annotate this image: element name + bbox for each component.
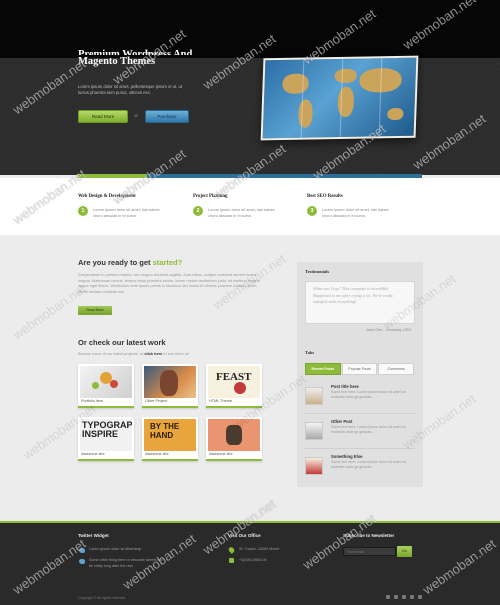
portfolio-thumb[interactable]: BY THE HAND Awesome site [142,417,198,461]
phone-icon [229,558,234,563]
world-map-image [260,55,419,141]
post-divider [305,448,415,449]
portfolio-image: TYPOGRAPHYINSPIRE [80,419,132,451]
feature-text: Lorem ipsum dolor sit amet, ists habes c… [208,207,275,218]
ready-title-accent: started? [152,258,183,267]
portfolio-caption: Awesome site [81,452,105,456]
portfolio-caption: HTML Theme [209,399,232,403]
sidebar-post[interactable]: Post title here Some text here. Lorem ip… [305,384,415,412]
office-phone: +1(000)-0000-00 [239,558,267,562]
tweet-text-continued: be really long after the rest [89,564,133,568]
portfolio-caption: Awesome site [145,452,169,456]
newsletter-submit-button[interactable]: Go [397,546,412,557]
office-address: St. Tropez, 16300 Monte [239,547,280,551]
portfolio-caption: Other Project [145,399,168,403]
tab-comments[interactable]: Comments [378,363,415,375]
feature-text: Lorem ipsum dolor sit amet, ists habes c… [322,207,389,218]
tweet-text: Lorem ipsum dolor sit #themesp [89,547,142,551]
portfolio-caption: Portfolio item [81,399,104,403]
sidebar-tabs: Recent Posts Popular Posts Comments [305,363,415,375]
purchase-button[interactable]: Purchase [145,110,189,123]
post-excerpt: Some text here. Lorem ipsum dolor sit am… [331,425,406,434]
portfolio-thumb[interactable]: Portfolio item [78,364,134,408]
post-excerpt: Some text here. Lorem ipsum dolor sit am… [331,460,406,469]
post-title[interactable]: Post title here [331,384,359,389]
flickr-icon[interactable] [410,595,414,599]
ready-title-main: Are you ready to get [78,258,153,267]
ready-read-more-button[interactable]: Read More [78,306,112,315]
hero-description: Lorem ipsum dolor sit amet, pellentesque… [78,84,183,95]
post-excerpt: Some text here. Lorem ipsum dolor sit am… [331,390,406,399]
ready-title: Are you ready to get started? [78,258,182,267]
portfolio-image: FEAST [208,366,260,398]
portfolio-thumb[interactable]: FEAST HTML Theme [206,364,262,408]
portfolio-image: BY THE HAND [144,419,196,451]
work-sub-text-end: to see them all. [162,351,190,356]
work-subtitle: Browse some of our latest projects, or c… [78,351,190,356]
feature-item: Project Planning 2 Lorem ipsum dolor sit… [193,194,303,218]
tabs-title: Tabs [305,350,315,355]
hero-or-label: or [134,113,139,118]
feature-text: Lorem ipsum dolor sit amet, ists habes c… [93,207,160,218]
click-here-link[interactable]: click here [144,351,162,356]
facebook-icon[interactable] [386,595,390,599]
feature-number-badge: 2 [193,206,203,216]
copyright-text: Copyright © all rights reserved. [78,596,127,600]
work-sub-text: Browse some of our latest projects, or [78,351,145,356]
feature-title: Best SEO Results [307,194,343,199]
portfolio-caption: Awesome site [209,452,233,456]
testimonials-title: Testimonials [305,269,330,274]
portfolio-thumb[interactable]: Other Project [142,364,198,408]
portfolio-image [80,366,132,398]
newsletter-email-input[interactable]: Your email [343,547,396,556]
feature-item: Best SEO Results 3 Lorem ipsum dolor sit… [307,194,417,218]
sidebar-post[interactable]: Other Post Some text here. Lorem ipsum d… [305,419,415,447]
twitter-icon[interactable] [394,595,398,599]
tab-popular-posts[interactable]: Popular Posts [341,363,378,375]
feature-title: Project Planning [193,194,228,199]
vimeo-icon[interactable] [418,595,422,599]
read-more-button[interactable]: Read More [78,110,128,123]
portfolio-thumb[interactable]: TYPOGRAPHYINSPIRE Awesome site [78,417,134,461]
portfolio-image [144,366,196,398]
work-title: Or check our latest work [78,338,166,347]
post-thumbnail [305,457,323,475]
feature-number-badge: 3 [307,206,317,216]
twitter-widget-title: Twitter Widget [78,533,109,538]
feature-number-badge: 1 [78,206,88,216]
post-title[interactable]: Something Else [331,454,362,459]
post-thumbnail [305,387,323,405]
post-thumbnail [305,422,323,440]
sidebar-post[interactable]: Something Else Some text here. Lorem ips… [305,454,415,482]
rss-icon[interactable] [402,595,406,599]
watermark: webmoban.net [10,281,89,343]
post-divider [305,413,415,414]
post-title[interactable]: Other Post [331,419,352,424]
tab-recent-posts[interactable]: Recent Posts [305,363,341,375]
twitter-bird-icon [79,559,85,564]
